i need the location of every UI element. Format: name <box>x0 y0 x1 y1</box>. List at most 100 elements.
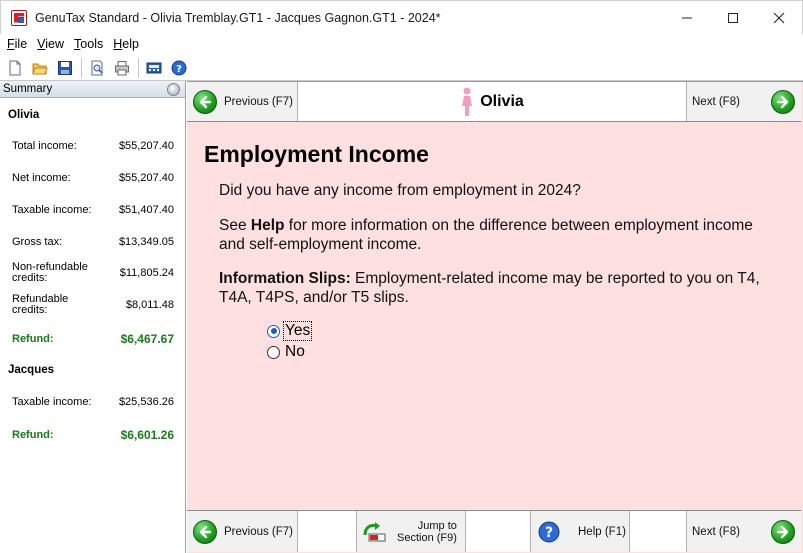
summary-row-value: $8,011.48 <box>125 299 174 311</box>
toolbar-separator <box>138 57 139 78</box>
print-preview-icon <box>91 60 103 75</box>
close-button[interactable] <box>756 1 802 35</box>
open-folder-icon <box>32 63 48 74</box>
menu-help[interactable]: Help <box>108 37 144 51</box>
summary-row-label: Refundable credits: <box>12 293 69 316</box>
summary-header: Summary <box>0 81 185 98</box>
arrow-right-icon <box>770 519 795 544</box>
previous-label: Previous (F7) <box>224 95 294 108</box>
new-file-icon <box>9 60 21 75</box>
jump-to-section-button[interactable]: Jump to Section (F9) <box>357 511 466 552</box>
summary-row-label: Refund: <box>12 428 54 441</box>
summary-row-total-income: Total income: $55,207.40 <box>12 140 174 152</box>
slips-paragraph: Information Slips: Employment-related in… <box>219 270 760 306</box>
summary-row-label: Non-refundable credits: <box>12 261 88 284</box>
summary-row-value: $55,207.40 <box>118 172 174 184</box>
print-icon <box>115 60 129 75</box>
save-icon <box>58 60 72 75</box>
save-button[interactable] <box>55 58 75 78</box>
interview-panel: Previous (F7) Olivia Next (F8) Employmen… <box>187 81 803 553</box>
open-button[interactable] <box>30 58 50 78</box>
summary-row-label: Net income: <box>12 171 71 184</box>
radio-button-yes[interactable] <box>267 324 280 338</box>
footer-spacer <box>466 511 531 552</box>
toolbar-separator <box>81 57 82 78</box>
menu-tools[interactable]: Tools <box>69 37 108 51</box>
toolbar: ? <box>0 55 803 81</box>
previous-label: Previous (F7) <box>224 525 294 538</box>
radio-label-yes[interactable]: Yes <box>282 321 313 341</box>
summary-row-net-income: Net income: $55,207.40 <box>12 172 174 184</box>
arrow-left-icon <box>193 89 217 114</box>
top-nav-bar: Previous (F7) Olivia Next (F8) <box>187 82 801 122</box>
help-icon: ? <box>171 60 187 75</box>
summary-row-refund: Refund: $6,467.67 <box>12 332 174 346</box>
calculator-icon <box>146 62 162 73</box>
window-title: GenuTax Standard - Olivia Tremblay.GT1 -… <box>35 10 441 25</box>
previous-button-bottom[interactable]: Previous (F7) <box>187 511 298 552</box>
next-label: Next (F8) <box>692 525 740 538</box>
summary-row-label: Taxable income: <box>12 395 92 408</box>
help-paragraph: See Help for more information on the dif… <box>219 217 753 253</box>
maximize-icon <box>728 12 738 23</box>
summary-row-gross-tax: Gross tax: $13,349.05 <box>12 236 174 248</box>
question-text: Did you have any income from employment … <box>219 182 581 199</box>
genutax-app-icon <box>11 9 27 26</box>
menu-bar: File View Tools Help <box>0 34 803 54</box>
radio-button-no[interactable] <box>267 345 280 359</box>
minimize-icon <box>682 17 692 18</box>
summary-person-name: Jacques <box>8 364 55 376</box>
arrow-right-icon <box>770 89 795 114</box>
maximize-button[interactable] <box>710 1 756 35</box>
next-label: Next (F8) <box>692 95 740 108</box>
print-button[interactable] <box>112 58 132 78</box>
print-preview-button[interactable] <box>87 58 107 78</box>
radio-no[interactable]: No <box>267 343 306 361</box>
summary-row-value: $55,207.40 <box>118 140 174 152</box>
page-title: Employment Income <box>204 141 429 167</box>
summary-row-refundable-credits: Refundable credits: $8,011.48 <box>12 294 174 316</box>
summary-row-taxable-income: Taxable income: $51,407.40 <box>12 204 174 216</box>
summary-row-refund: Refund: $6,601.26 <box>12 428 174 442</box>
help-label: Help (F1) <box>578 525 626 538</box>
interview-content: Employment Income Did you have any incom… <box>187 123 801 510</box>
previous-button-top[interactable]: Previous (F7) <box>187 82 298 121</box>
calculator-button[interactable] <box>144 58 164 78</box>
summary-row-value: $51,407.40 <box>118 204 174 216</box>
person-title: Olivia <box>480 92 524 110</box>
svg-text:?: ? <box>176 64 182 75</box>
footer-spacer <box>298 511 357 552</box>
arrow-left-icon <box>193 519 217 544</box>
summary-row-value: $25,536.26 <box>118 396 174 408</box>
summary-row-taxable-income: Taxable income: $25,536.26 <box>12 396 174 408</box>
footer-spacer <box>630 511 687 552</box>
summary-row-label: Gross tax: <box>12 235 63 248</box>
summary-row-non-refundable-credits: Non-refundable credits: $11,805.24 <box>12 262 174 284</box>
help-button-bottom[interactable]: ? Help (F1) <box>531 511 630 552</box>
minimize-button[interactable] <box>664 1 710 35</box>
pin-icon[interactable] <box>167 83 180 96</box>
summary-title: Summary <box>3 83 53 95</box>
help-link-text: Help <box>250 217 285 234</box>
jump-to-section-icon <box>363 521 386 541</box>
menu-file[interactable]: File <box>2 37 32 51</box>
summary-row-value: $6,467.67 <box>120 332 174 346</box>
summary-row-value: $11,805.24 <box>119 267 174 279</box>
title-bar: GenuTax Standard - Olivia Tremblay.GT1 -… <box>0 0 803 34</box>
new-file-button[interactable] <box>5 58 25 78</box>
svg-text:?: ? <box>545 525 553 541</box>
next-button-top[interactable]: Next (F8) <box>687 82 801 121</box>
summary-person-name: Olivia <box>8 109 40 121</box>
help-icon: ? <box>538 521 560 542</box>
summary-row-value: $13,349.05 <box>118 236 174 248</box>
summary-row-label: Taxable income: <box>12 203 92 216</box>
help-button[interactable]: ? <box>169 58 189 78</box>
radio-yes[interactable]: Yes <box>267 321 313 341</box>
next-button-bottom[interactable]: Next (F8) <box>687 511 801 552</box>
menu-view[interactable]: View <box>32 37 69 51</box>
summary-row-label: Refund: <box>12 332 54 345</box>
radio-label-no[interactable]: No <box>284 343 306 361</box>
jump-to-section-label: Jump to Section (F9) <box>397 519 457 544</box>
summary-row-label: Total income: <box>12 139 77 152</box>
summary-row-value: $6,601.26 <box>120 428 174 442</box>
